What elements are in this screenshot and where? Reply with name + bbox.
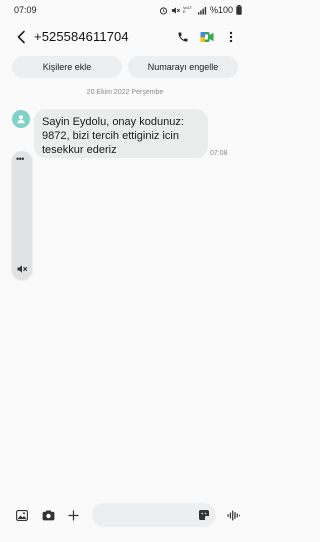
voice-icon [227,510,240,520]
sticker-icon [199,510,209,520]
more-icon [229,31,233,43]
message-text: Sayin Eydolu, onay kodunuz: 9872, bizi t… [42,116,184,156]
gallery-icon [16,509,28,521]
alarm-icon [159,6,168,15]
battery-text: %100 [209,5,233,15]
battery-icon [236,5,242,15]
action-row: Kişilere ekle Numarayı engelle [12,56,238,78]
gallery-button[interactable] [15,508,29,522]
phone-icon [178,32,188,42]
status-bar: 07:09 VoLTE %100 [0,0,250,20]
signal-icon [197,6,207,15]
message-composer [0,502,250,528]
camera-icon [42,510,54,520]
sticker-button[interactable] [197,508,211,522]
message-time: 07:08 [210,150,228,157]
navigation-bar [0,530,250,542]
add-attachment-button[interactable] [66,508,80,522]
conversation-header: +525584611704 [0,24,250,50]
status-time: 07:09 [14,5,37,15]
voice-message-button[interactable] [226,508,240,522]
avatar[interactable] [12,110,30,128]
contact-number: +525584611704 [34,29,129,44]
video-call-icon [200,32,214,42]
camera-button[interactable] [41,508,55,522]
person-icon [17,115,25,124]
video-call-button[interactable] [198,28,216,46]
add-contact-button[interactable]: Kişilere ekle [12,56,122,78]
back-arrow-icon [17,30,25,44]
block-number-button[interactable]: Numarayı engelle [128,56,238,78]
status-icons: VoLTE %100 [159,5,242,15]
call-button[interactable] [174,28,192,46]
message-bubble[interactable]: Sayin Eydolu, onay kodunuz: 9872, bizi t… [34,109,208,158]
back-button[interactable] [12,28,30,46]
panel-menu-button[interactable]: ••• [16,155,24,164]
volume-side-panel[interactable]: ••• [12,151,32,279]
more-options-button[interactable] [222,28,240,46]
volte-label: VoLTE [182,5,193,14]
mute-icon [17,265,27,273]
mute-icon [171,6,180,14]
panel-mute-button[interactable] [16,263,28,275]
plus-icon [68,510,78,520]
date-separator: 20 Ekim 2022 Perşembe [86,89,164,96]
